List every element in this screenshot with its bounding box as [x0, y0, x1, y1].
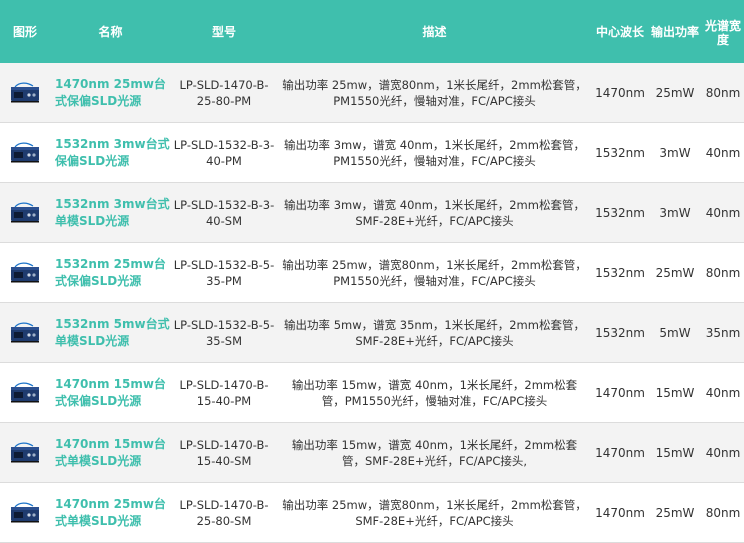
- table-row: 1532nm 3mw台式单模SLD光源 LP-SLD-1532-B-3-40-S…: [0, 183, 744, 243]
- product-model: LP-SLD-1532-B-5-35-PM: [173, 257, 275, 288]
- table-row: 1470nm 25mw台式保偏SLD光源 LP-SLD-1470-B-25-80…: [0, 63, 744, 123]
- product-image[interactable]: [0, 423, 50, 482]
- table-row: 1470nm 15mw台式保偏SLD光源 LP-SLD-1470-B-15-40…: [0, 363, 744, 423]
- product-bandwidth: 40nm: [705, 385, 741, 400]
- table-header: 图形 名称 型号 描述 中心波长 输出功率 光谱宽度: [0, 0, 744, 63]
- sld-device-icon: [11, 322, 39, 342]
- header-description: 描述: [422, 24, 447, 39]
- header-power: 输出功率: [650, 24, 699, 39]
- product-wavelength: 1470nm: [595, 385, 645, 400]
- product-name-link[interactable]: 1470nm 25mw台式单模SLD光源: [55, 496, 171, 530]
- sld-device-icon: [11, 142, 39, 162]
- product-power: 15mW: [655, 385, 695, 400]
- product-wavelength: 1470nm: [595, 445, 645, 460]
- table-row: 1470nm 15mw台式单模SLD光源 LP-SLD-1470-B-15-40…: [0, 423, 744, 483]
- sld-device-icon: [11, 202, 39, 222]
- header-model: 型号: [211, 24, 236, 39]
- product-image[interactable]: [0, 183, 50, 242]
- product-model: LP-SLD-1532-B-3-40-SM: [173, 197, 275, 228]
- product-bandwidth: 80nm: [705, 85, 741, 100]
- product-description: 输出功率 25mw，谱宽80nm，1米长尾纤，2mm松套管，SMF-28E+光纤…: [282, 497, 587, 528]
- product-model: LP-SLD-1470-B-15-40-PM: [179, 377, 269, 408]
- table-row: 1532nm 25mw台式保偏SLD光源 LP-SLD-1532-B-5-35-…: [0, 243, 744, 303]
- product-wavelength: 1532nm: [595, 145, 645, 160]
- product-image[interactable]: [0, 363, 50, 422]
- product-image[interactable]: [0, 303, 50, 362]
- product-power: 3mW: [659, 205, 691, 220]
- sld-device-icon: [11, 262, 39, 282]
- product-power: 25mW: [655, 265, 695, 280]
- product-description: 输出功率 25mw，谱宽80nm，1米长尾纤，2mm松套管，PM1550光纤，慢…: [282, 257, 587, 288]
- product-description: 输出功率 3mw，谱宽 40nm，1米长尾纤，2mm松套管，PM1550光纤，慢…: [284, 137, 585, 168]
- product-model: LP-SLD-1532-B-3-40-PM: [173, 137, 275, 168]
- product-name-link[interactable]: 1532nm 25mw台式保偏SLD光源: [55, 256, 171, 290]
- product-name-link[interactable]: 1532nm 3mw台式保偏SLD光源: [55, 136, 171, 170]
- header-wavelength: 中心波长: [595, 24, 644, 39]
- product-wavelength: 1470nm: [595, 85, 645, 100]
- product-table: 图形 名称 型号 描述 中心波长 输出功率 光谱宽度 1470nm 25mw台式…: [0, 0, 744, 543]
- table-row: 1470nm 25mw台式单模SLD光源 LP-SLD-1470-B-25-80…: [0, 483, 744, 543]
- table-row: 1532nm 5mw台式单模SLD光源 LP-SLD-1532-B-5-35-S…: [0, 303, 744, 363]
- header-bandwidth: 光谱宽度: [704, 18, 741, 47]
- product-model: LP-SLD-1532-B-5-35-SM: [173, 317, 275, 348]
- product-wavelength: 1532nm: [595, 205, 645, 220]
- product-wavelength: 1532nm: [595, 265, 645, 280]
- product-bandwidth: 80nm: [705, 265, 741, 280]
- product-name-link[interactable]: 1470nm 15mw台式保偏SLD光源: [55, 376, 171, 410]
- product-power: 5mW: [659, 325, 691, 340]
- product-wavelength: 1532nm: [595, 325, 645, 340]
- product-name-link[interactable]: 1532nm 5mw台式单模SLD光源: [55, 316, 171, 350]
- product-name-link[interactable]: 1532nm 3mw台式单模SLD光源: [55, 196, 171, 230]
- product-description: 输出功率 15mw，谱宽 40nm，1米长尾纤，2mm松套管，PM1550光纤，…: [291, 377, 578, 408]
- product-description: 输出功率 15mw，谱宽 40nm，1米长尾纤，2mm松套管，SMF-28E+光…: [291, 437, 578, 468]
- product-description: 输出功率 5mw，谱宽 35nm，1米长尾纤，2mm松套管，SMF-28E+光纤…: [284, 317, 585, 348]
- header-name: 名称: [98, 24, 123, 39]
- sld-device-icon: [11, 502, 39, 522]
- sld-device-icon: [11, 442, 39, 462]
- product-bandwidth: 35nm: [705, 325, 741, 340]
- product-power: 15mW: [655, 445, 695, 460]
- product-model: LP-SLD-1470-B-25-80-SM: [179, 497, 269, 528]
- product-power: 25mW: [655, 505, 695, 520]
- table-row: 1532nm 3mw台式保偏SLD光源 LP-SLD-1532-B-3-40-P…: [0, 123, 744, 183]
- header-image: 图形: [12, 24, 37, 39]
- product-description: 输出功率 3mw，谱宽 40nm，1米长尾纤，2mm松套管，SMF-28E+光纤…: [284, 197, 585, 228]
- product-model: LP-SLD-1470-B-15-40-SM: [179, 437, 269, 468]
- product-power: 25mW: [655, 85, 695, 100]
- product-wavelength: 1470nm: [595, 505, 645, 520]
- product-image[interactable]: [0, 483, 50, 542]
- product-bandwidth: 40nm: [705, 205, 741, 220]
- product-bandwidth: 80nm: [705, 505, 741, 520]
- product-model: LP-SLD-1470-B-25-80-PM: [179, 77, 269, 108]
- product-image[interactable]: [0, 123, 50, 182]
- sld-device-icon: [11, 82, 39, 102]
- product-power: 3mW: [659, 145, 691, 160]
- product-description: 输出功率 25mw，谱宽80nm，1米长尾纤，2mm松套管，PM1550光纤，慢…: [282, 77, 587, 108]
- product-name-link[interactable]: 1470nm 15mw台式单模SLD光源: [55, 436, 171, 470]
- sld-device-icon: [11, 382, 39, 402]
- product-image[interactable]: [0, 243, 50, 302]
- product-bandwidth: 40nm: [705, 145, 741, 160]
- product-bandwidth: 40nm: [705, 445, 741, 460]
- product-image[interactable]: [0, 63, 50, 122]
- product-name-link[interactable]: 1470nm 25mw台式保偏SLD光源: [55, 76, 171, 110]
